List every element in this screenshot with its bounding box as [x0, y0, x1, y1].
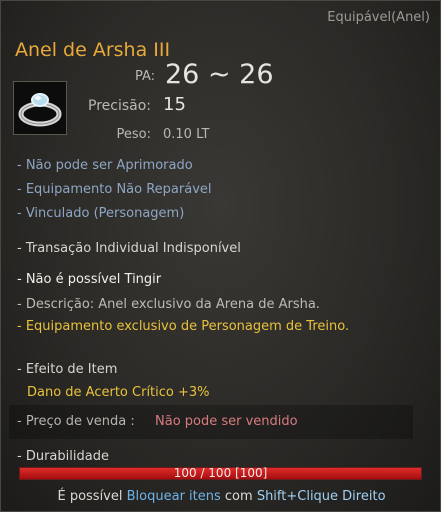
ring-graphic	[18, 93, 62, 127]
item-category: Equipável(Anel)	[327, 10, 430, 25]
dye-text: - Não é possível Tingir	[17, 272, 162, 287]
lock-hint: É possível Bloquear itens com Shift+Cliq…	[1, 489, 441, 504]
effect-value: Dano de Acerto Crítico +3%	[27, 385, 210, 400]
weight-value: 0.10 LT	[163, 127, 210, 142]
exclusive-text: - Equipamento exclusivo de Personagem de…	[17, 319, 350, 334]
silver-ring-icon	[13, 81, 67, 135]
description-text: - Descrição: Anel exclusivo da Arena de …	[17, 297, 320, 312]
property-not-enhanceable: - Não pode ser Aprimorado	[17, 158, 193, 173]
lock-items-link[interactable]: Bloquear itens	[127, 489, 221, 504]
weight-label: Peso:	[116, 127, 151, 142]
effect-title: - Efeito de Item	[17, 362, 118, 377]
sell-price-value: Não pode ser vendido	[155, 414, 298, 429]
item-tooltip: Equipável(Anel) Anel de Arsha III PA: 26…	[0, 0, 441, 512]
hint-prefix: É possível	[57, 489, 123, 504]
sell-price-label: - Preço de venda :	[17, 414, 135, 429]
transaction-text: - Transação Individual Indisponível	[17, 241, 241, 256]
property-not-repairable: - Equipamento Não Reparável	[17, 182, 212, 197]
pa-value: 26 ~ 26	[165, 59, 274, 90]
durability-text: 100 / 100 [100]	[173, 466, 268, 480]
hint-key: Shift+Clique Direito	[256, 489, 386, 504]
hint-middle: com	[224, 489, 253, 504]
durability-label: - Durabilidade	[17, 449, 109, 464]
precision-value: 15	[163, 94, 186, 115]
pa-label: PA:	[134, 69, 155, 84]
item-name: Anel de Arsha III	[15, 39, 171, 61]
property-bound: - Vinculado (Personagem)	[17, 206, 185, 221]
precision-label: Precisão:	[88, 98, 151, 114]
durability-bar: 100 / 100 [100]	[19, 466, 422, 480]
